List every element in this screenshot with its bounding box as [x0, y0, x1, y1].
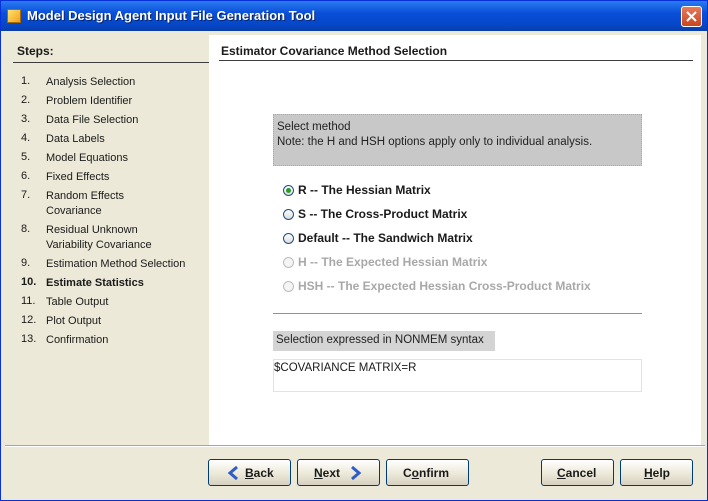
help-mnemonic: H: [644, 466, 653, 480]
cancel-mnemonic: C: [557, 466, 566, 480]
radio-label: R -- The Hessian Matrix: [298, 183, 431, 197]
radio-label: S -- The Cross-Product Matrix: [298, 207, 468, 221]
step-label: Confirmation: [46, 334, 109, 346]
step-number: 2.: [21, 94, 31, 106]
section-divider: [219, 60, 693, 61]
cancel-button[interactable]: Cancel: [541, 459, 614, 486]
help-label: elp: [652, 466, 671, 480]
step-label: Estimate Statistics: [46, 277, 144, 289]
radio-button: [283, 257, 294, 268]
step-label: Data File Selection: [46, 114, 139, 126]
syntax-value: $COVARIANCE MATRIX=R: [274, 362, 417, 374]
method-info-box: Select method Note: the H and HSH option…: [273, 114, 642, 166]
close-button[interactable]: [681, 6, 702, 27]
window-title: Model Design Agent Input File Generation…: [27, 8, 316, 23]
step-label: Table Output: [46, 296, 109, 308]
confirm-button[interactable]: Confirm: [386, 459, 469, 486]
section-title: Estimator Covariance Method Selection: [221, 44, 448, 58]
close-icon: [686, 11, 697, 22]
back-label: ack: [253, 466, 274, 480]
app-icon: [7, 9, 21, 23]
radio-label: Default -- The Sandwich Matrix: [298, 231, 473, 245]
step-number: 4.: [21, 132, 31, 144]
step-number: 11.: [21, 295, 36, 307]
next-label: ext: [322, 466, 341, 480]
arrow-left-icon: [227, 466, 238, 480]
radio-label: H -- The Expected Hessian Matrix: [298, 255, 488, 269]
step-number: 9.: [21, 257, 31, 269]
step-number: 1.: [21, 75, 31, 87]
cancel-label: ancel: [565, 466, 597, 480]
options-divider: [273, 313, 642, 314]
confirm-mnemonic: o: [411, 466, 420, 480]
step-number: 3.: [21, 113, 31, 125]
step-number: 10.: [21, 276, 37, 288]
confirm-label: nfirm: [419, 466, 450, 480]
back-button[interactable]: Back: [208, 459, 291, 486]
step-label: Data Labels: [46, 133, 105, 145]
radio-button: [283, 281, 294, 292]
app-window: Model Design Agent Input File Generation…: [0, 0, 708, 501]
step-label: Problem Identifier: [46, 95, 133, 107]
next-button[interactable]: Next: [297, 459, 380, 486]
step-label: Estimation Method Selection: [46, 258, 186, 270]
step-label: Analysis Selection: [46, 76, 136, 88]
step-label: Fixed Effects: [46, 171, 110, 183]
confirm-prefix: C: [403, 466, 412, 480]
step-label: Random Effects Covariance: [46, 190, 125, 217]
steps-divider: [13, 62, 209, 63]
syntax-output-field[interactable]: $COVARIANCE MATRIX=R: [273, 359, 642, 392]
steps-heading: Steps:: [17, 44, 54, 58]
content-panel: Estimator Covariance Method Selection Se…: [209, 35, 701, 445]
method-note: Note: the H and HSH options apply only t…: [277, 136, 593, 148]
help-button[interactable]: Help: [620, 459, 693, 486]
syntax-label-text: Selection expressed in NONMEM syntax: [276, 334, 484, 346]
radio-label: HSH -- The Expected Hessian Cross-Produc…: [298, 279, 591, 293]
radio-button[interactable]: [283, 233, 294, 244]
step-label: Model Equations: [46, 152, 128, 164]
button-bar-divider-highlight: [5, 446, 705, 447]
radio-button[interactable]: [283, 185, 294, 196]
method-prompt: Select method: [277, 121, 351, 133]
back-mnemonic: B: [245, 466, 254, 480]
arrow-right-icon: [351, 466, 362, 480]
next-mnemonic: N: [314, 466, 323, 480]
step-number: 6.: [21, 170, 31, 182]
step-number: 8.: [21, 223, 31, 235]
step-number: 13.: [21, 333, 37, 345]
step-number: 5.: [21, 151, 31, 163]
title-bar[interactable]: Model Design Agent Input File Generation…: [1, 1, 707, 31]
step-label: Residual Unknown Variability Covariance: [46, 224, 152, 251]
syntax-label: Selection expressed in NONMEM syntax: [273, 331, 495, 351]
step-number: 7.: [21, 189, 31, 201]
steps-panel: Steps: 1. Analysis Selection 2. Problem Id…: [5, 35, 209, 445]
step-number: 12.: [21, 314, 37, 326]
radio-button[interactable]: [283, 209, 294, 220]
step-label: Plot Output: [46, 315, 102, 327]
